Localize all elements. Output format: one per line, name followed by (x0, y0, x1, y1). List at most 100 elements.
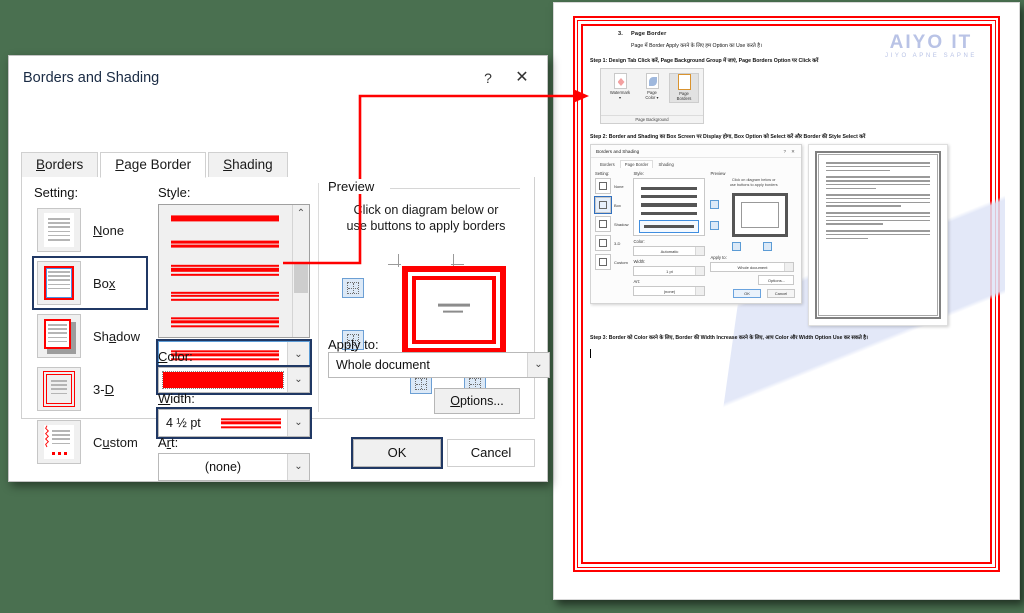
doc-heading-number: 3. (618, 31, 624, 37)
doc-step-1: Step 1: Design Tab Click करें, Page Back… (590, 58, 819, 64)
style-group: Style: ⌃ ⌄ (156, 185, 312, 371)
tab-page-border[interactable]: Page Border (100, 152, 207, 178)
doc-subtitle: Page में Border Apply करने के लिए हम Opt… (631, 43, 762, 49)
page-borders-icon (677, 74, 691, 90)
ribbon-page-color-label-2: Color ▾ (645, 95, 659, 101)
doc-step-3: Step 3: Border को Color करने के लिए, Bor… (590, 335, 868, 341)
mini-apply-to-value: Whole document (737, 264, 768, 270)
ribbon-group-label: Page Background (601, 115, 703, 122)
style-option-5[interactable] (159, 309, 309, 335)
mini-cancel-button: Cancel (767, 289, 795, 298)
style-option-3[interactable] (159, 257, 309, 283)
mini-tab-borders: Borders (600, 162, 615, 167)
mini-setting-3d-label: 3-D (614, 240, 621, 246)
tab-borders[interactable]: BBordersorders (21, 152, 99, 177)
dialog-title: Borders and Shading (23, 70, 160, 86)
style-listbox[interactable]: ⌃ (158, 204, 310, 338)
mini-dialog-title: Borders and Shading (596, 149, 640, 154)
dialog-body: Setting: None Box Shadow 3-D Custom Styl… (21, 177, 550, 481)
doc-text-caret (590, 345, 983, 363)
setting-box-label: Box (93, 275, 116, 291)
style-scrollbar[interactable]: ⌃ (292, 205, 309, 337)
ribbon-item-watermark: Watermark ▾ (605, 73, 635, 101)
mini-preview-column: Preview Click on diagram below or use bu… (710, 171, 797, 299)
mini-width-value: 1 pt (666, 269, 673, 274)
mini-art-field: (none) (633, 286, 706, 296)
mini-setting-box: Box (594, 196, 628, 214)
preview-divider (390, 188, 520, 189)
document-window: AIYO IT JIYO APNE SAPNE 3. Page Border Pa… (553, 2, 1020, 600)
setting-label: Setting: (34, 185, 79, 200)
mini-setting-label: Setting: (595, 171, 610, 176)
vertical-divider (318, 183, 319, 412)
setting-shadow-label: Shadow (93, 328, 140, 344)
color-swatch (162, 371, 284, 389)
mini-tab-page-border: Page Border (619, 160, 654, 168)
mini-setting-custom-icon (595, 254, 611, 270)
color-chevron-down-icon[interactable]: ⌄ (287, 368, 309, 392)
color-label: Color: (158, 349, 193, 364)
mini-dialog-help-icon: ? (783, 149, 787, 154)
ribbon-screenshot: Watermark ▾ Page Color ▾ Page Borders Pa… (600, 68, 704, 124)
mini-width-field: 1 pt (633, 266, 706, 276)
mini-setting-custom-label: Custom (614, 259, 628, 265)
watermark-icon (613, 73, 627, 89)
setting-item-none[interactable]: None (34, 205, 146, 255)
style-option-2[interactable] (159, 231, 309, 257)
apply-to-value: Whole document (336, 358, 430, 372)
mini-style-selected (639, 219, 700, 233)
mini-color-field: Automatic (633, 246, 706, 256)
mini-preview-hint-line1: Click on diagram below or (731, 178, 776, 182)
setting-item-3d[interactable]: 3-D (34, 364, 146, 414)
document-content: AIYO IT JIYO APNE SAPNE 3. Page Border Pa… (590, 31, 983, 559)
mini-tab-shading: Shading (658, 162, 674, 167)
style-option-4[interactable] (159, 283, 309, 309)
border-button-top[interactable] (342, 278, 364, 299)
setting-none-label: None (93, 222, 125, 238)
setting-box-icon (37, 261, 81, 305)
dialog-titlebar: Borders and Shading ? ✕ (9, 56, 547, 100)
mini-apply-to-label: Apply to: (710, 254, 727, 260)
mini-setting-custom: Custom (595, 254, 628, 270)
doc-step-2: Step 2: Border and Shading का Box Screen… (590, 134, 866, 140)
ribbon-item-page-color: Page Color ▾ (637, 73, 667, 101)
tab-shading[interactable]: Shading (208, 152, 288, 177)
style-option-1[interactable] (159, 205, 309, 231)
setting-item-box[interactable]: Box (32, 256, 148, 310)
dialog-footer: OK Cancel (21, 423, 535, 481)
ribbon-watermark-caret: ▾ (618, 95, 622, 101)
help-icon[interactable]: ? (473, 64, 503, 92)
mini-setting-shadow-icon (595, 216, 611, 232)
apply-to-chevron-down-icon[interactable]: ⌄ (527, 353, 549, 377)
setting-item-shadow[interactable]: Shadow (34, 311, 146, 361)
mini-setting-column: Setting: None Box Shadow 3-D Custom (594, 171, 628, 299)
setting-3d-icon (37, 367, 81, 411)
mini-setting-none-label: None (614, 183, 624, 189)
page-color-icon (645, 73, 659, 89)
preview-hint-line1: Click on diagram below or (353, 203, 499, 217)
setting-shadow-icon (37, 314, 81, 358)
doc-heading: 3. Page Border (618, 31, 983, 37)
mini-setting-box-label: Box (614, 202, 621, 208)
color-dropdown[interactable]: ⌄ (156, 365, 312, 395)
cancel-button[interactable]: Cancel (447, 439, 535, 467)
mini-dialog-close-icon: ✕ (791, 149, 795, 154)
mini-options-label: Options... (767, 277, 786, 283)
apply-to-label: Apply to: (328, 337, 379, 352)
ok-button[interactable]: OK (351, 437, 443, 469)
mini-border-button-left (732, 241, 742, 251)
apply-to-dropdown[interactable]: Whole document ⌄ (328, 352, 550, 378)
mini-setting-shadow: Shadow (595, 216, 628, 232)
options-button[interactable]: Options... (434, 388, 520, 414)
dialog-tabs: BBordersorders Page Border Shading (21, 152, 535, 178)
close-icon[interactable]: ✕ (507, 64, 537, 92)
preview-header: Preview (328, 179, 524, 195)
style-scroll-up-icon[interactable]: ⌃ (293, 205, 309, 222)
doc-figures-row: ? ✕ Borders and Shading Borders Page Bor… (590, 144, 983, 326)
preview-diagram[interactable] (402, 266, 506, 355)
mini-dialog-body: Setting: None Box Shadow 3-D Custom Styl… (591, 168, 801, 302)
mini-color-value: Automatic (660, 249, 679, 254)
mini-setting-none: None (595, 178, 628, 194)
mini-setting-3d-icon (595, 235, 611, 251)
style-scroll-thumb[interactable] (294, 263, 308, 293)
